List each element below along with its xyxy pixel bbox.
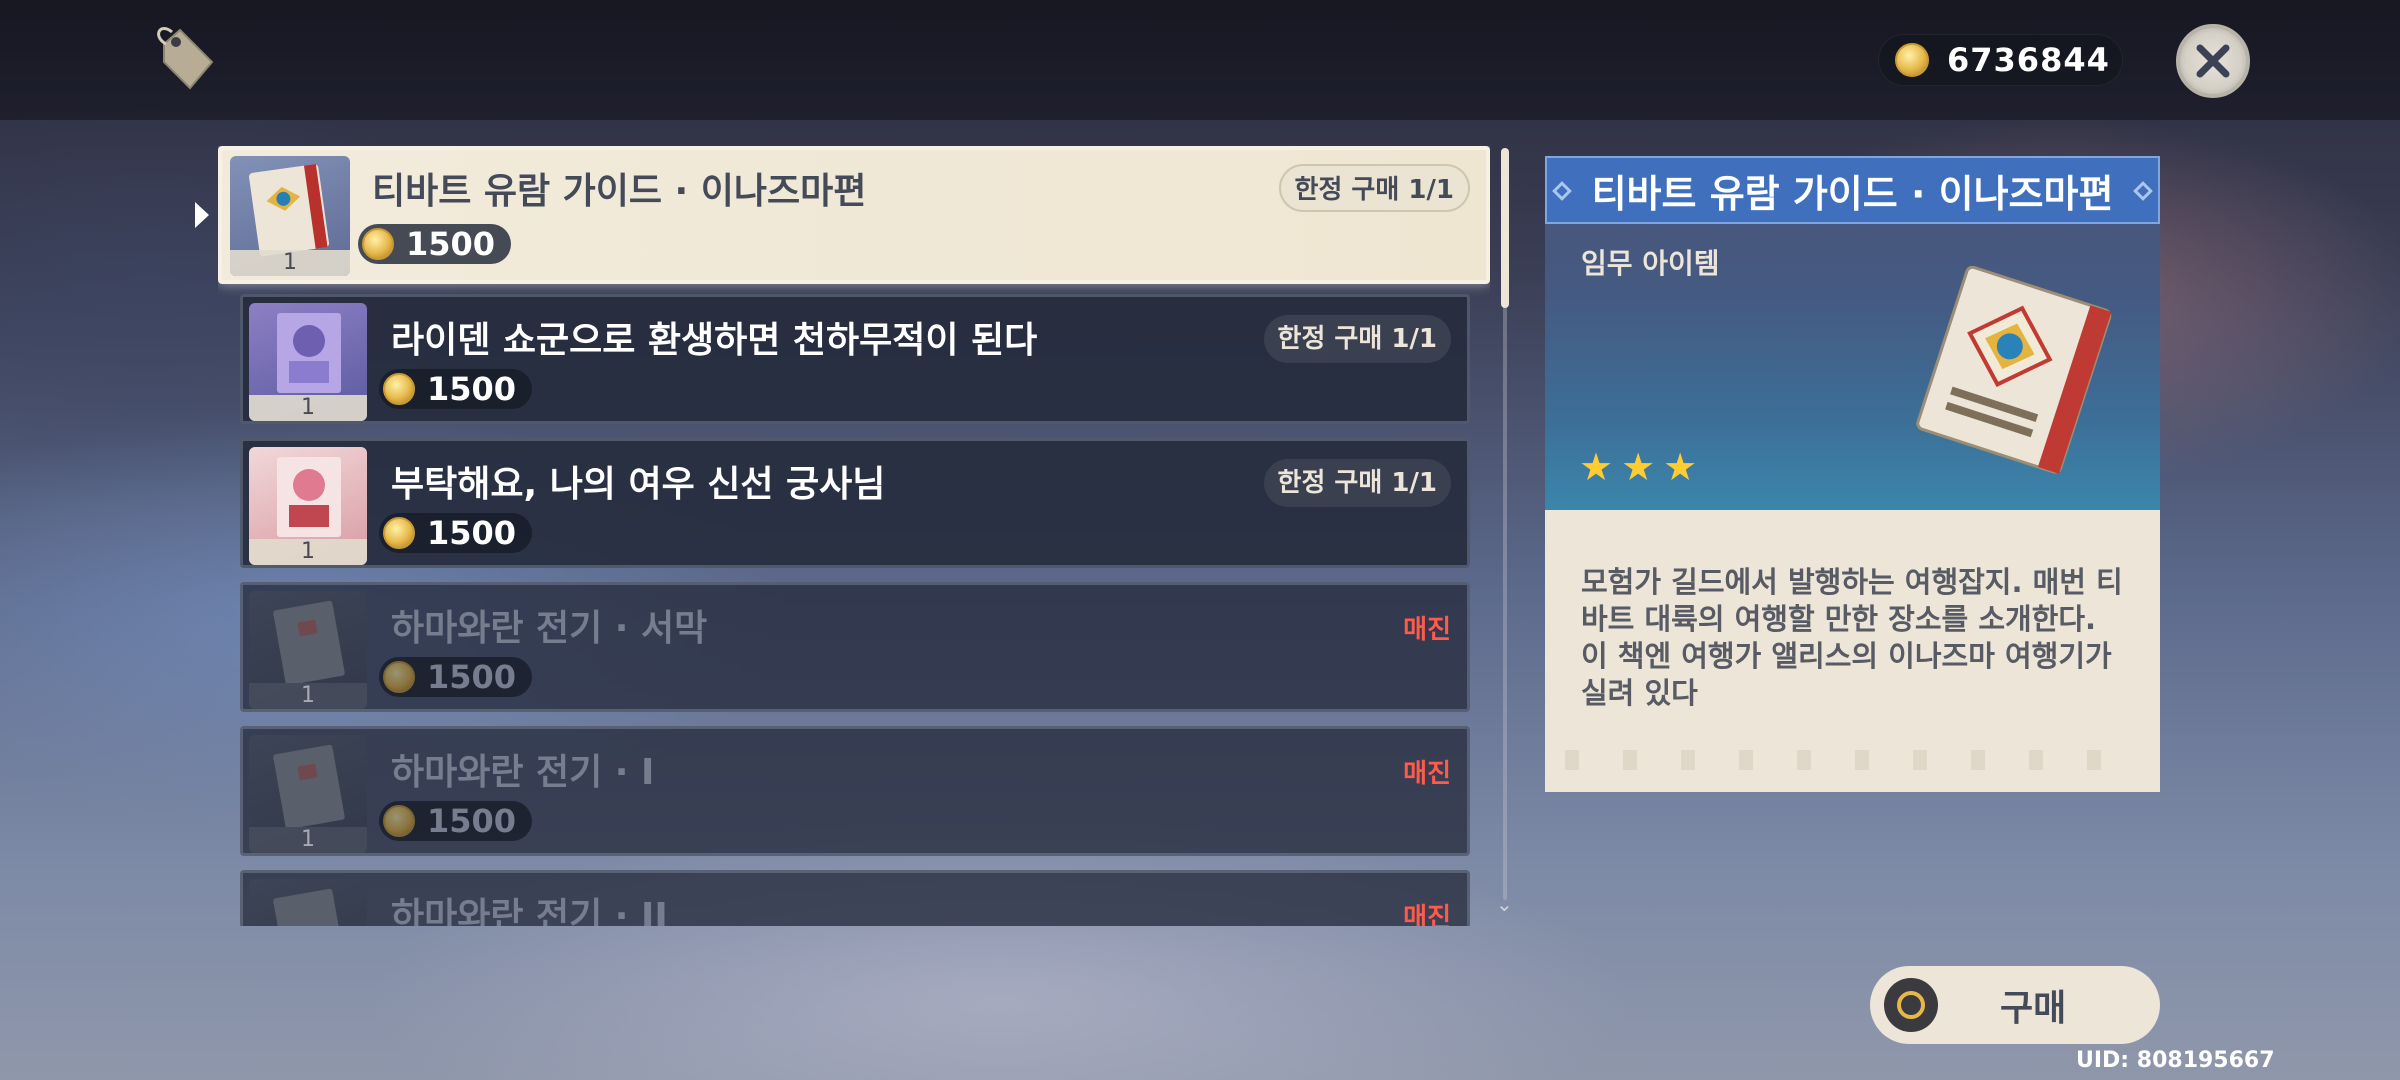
close-button[interactable]: [2176, 24, 2250, 98]
shop-item-list[interactable]: 1 티바트 유람 가이드 · 이나즈마편 1500 한정 구매 1/1 1 라이…: [218, 146, 1490, 926]
item-name: 티바트 유람 가이드 · 이나즈마편: [372, 171, 867, 212]
detail-header: 티바트 유람 가이드 · 이나즈마편 임무 아이템 ★ ★ ★: [1545, 156, 2160, 510]
close-icon: [2196, 44, 2230, 78]
book-icon: [273, 600, 345, 686]
item-type: 임무 아이템: [1581, 247, 1720, 280]
price-tag-icon: [157, 27, 214, 90]
book-cover-icon: [277, 457, 341, 537]
price-value: 1500: [427, 802, 517, 840]
shop-item[interactable]: 1 하마와란 전기 · I 1500 매진: [240, 726, 1470, 856]
item-thumbnail: 1: [249, 447, 367, 565]
selection-arrow-icon: [195, 202, 209, 228]
item-price: 1500: [379, 369, 533, 409]
item-count: 1: [249, 683, 367, 709]
mora-coin-icon: [383, 517, 415, 549]
star-icon: ★: [1579, 445, 1614, 489]
price-value: 1500: [427, 514, 517, 552]
detail-body: 모험가 길드에서 발행하는 여행잡지. 매번 티바트 대륙의 여행할 만한 장소…: [1545, 510, 2160, 792]
soldout-label: 매진: [1403, 759, 1451, 789]
book-icon: [273, 888, 345, 926]
scrollbar-thumb[interactable]: [1501, 148, 1509, 308]
mora-coin-icon: [362, 228, 394, 260]
price-value: 1500: [427, 370, 517, 408]
title-ornament-icon: [1552, 181, 1572, 201]
mora-coin-icon: [383, 805, 415, 837]
item-price: 1500: [379, 513, 533, 553]
item-count: 1: [230, 250, 350, 276]
travel-guide-book-icon: [1916, 266, 2112, 474]
star-icon: ★: [1621, 445, 1656, 489]
uid-label: UID: 808195667: [2076, 1048, 2275, 1073]
confirm-circle-icon: [1884, 978, 1938, 1032]
star-icon: ★: [1663, 445, 1698, 489]
purchase-limit-badge: 한정 구매 1/1: [1263, 459, 1451, 507]
item-name: 하마와란 전기 · I: [391, 752, 655, 793]
mora-coin-icon: [383, 373, 415, 405]
soldout-label: 매진: [1403, 615, 1451, 645]
mora-value: 6736844: [1947, 41, 2110, 79]
mora-balance: 6736844: [1878, 34, 2123, 86]
mora-coin-icon: [1895, 43, 1929, 77]
item-count: 1: [249, 539, 367, 565]
item-count: 1: [249, 395, 367, 421]
shop-item[interactable]: 하마와란 전기 · II 매진: [240, 870, 1470, 926]
mora-coin-icon: [383, 661, 415, 693]
detail-title: 티바트 유람 가이드 · 이나즈마편: [1591, 171, 2114, 216]
purchase-limit-badge: 한정 구매 1/1: [1278, 164, 1470, 212]
book-cover-icon: [277, 313, 341, 393]
buy-button[interactable]: 구매: [1870, 966, 2160, 1044]
book-icon: [249, 163, 329, 257]
decorative-pattern: [1565, 750, 2140, 770]
shop-item[interactable]: 1 라이덴 쇼군으로 환생하면 천하무적이 된다 1500 한정 구매 1/1: [240, 294, 1470, 424]
shop-item[interactable]: 1 티바트 유람 가이드 · 이나즈마편 1500 한정 구매 1/1: [218, 146, 1490, 284]
item-price: 1500: [379, 801, 533, 841]
item-price: 1500: [379, 657, 533, 697]
detail-title-bar: 티바트 유람 가이드 · 이나즈마편: [1545, 156, 2160, 224]
item-description: 모험가 길드에서 발행하는 여행잡지. 매번 티바트 대륙의 여행할 만한 장소…: [1581, 565, 2123, 710]
item-thumbnail: 1: [249, 303, 367, 421]
scroll-down-chevron-icon: ⌄: [1496, 892, 1513, 916]
shop-item[interactable]: 1 하마와란 전기 · 서막 1500 매진: [240, 582, 1470, 712]
item-name: 부탁해요, 나의 여우 신선 궁사님: [391, 464, 886, 505]
item-thumbnail: 1: [230, 156, 350, 276]
rarity-stars: ★ ★ ★: [1579, 448, 1697, 486]
shop-item[interactable]: 1 부탁해요, 나의 여우 신선 궁사님 1500 한정 구매 1/1: [240, 438, 1470, 568]
item-detail-panel: 티바트 유람 가이드 · 이나즈마편 임무 아이템 ★ ★ ★ 모험가 길드에서…: [1545, 156, 2160, 792]
item-count: 1: [249, 827, 367, 853]
buy-button-label: 구매: [2000, 988, 2067, 1029]
item-name: 라이덴 쇼군으로 환생하면 천하무적이 된다: [391, 320, 1038, 361]
price-value: 1500: [406, 225, 496, 263]
title-ornament-icon: [2133, 181, 2153, 201]
item-name: 하마와란 전기 · II: [391, 896, 668, 926]
item-thumbnail: [249, 879, 367, 926]
book-icon: [273, 744, 345, 830]
item-name: 하마와란 전기 · 서막: [391, 608, 708, 649]
price-value: 1500: [427, 658, 517, 696]
item-price: 1500: [358, 224, 512, 264]
soldout-label: 매진: [1403, 903, 1451, 926]
item-thumbnail: 1: [249, 591, 367, 709]
purchase-limit-badge: 한정 구매 1/1: [1263, 315, 1451, 363]
item-thumbnail: 1: [249, 735, 367, 853]
